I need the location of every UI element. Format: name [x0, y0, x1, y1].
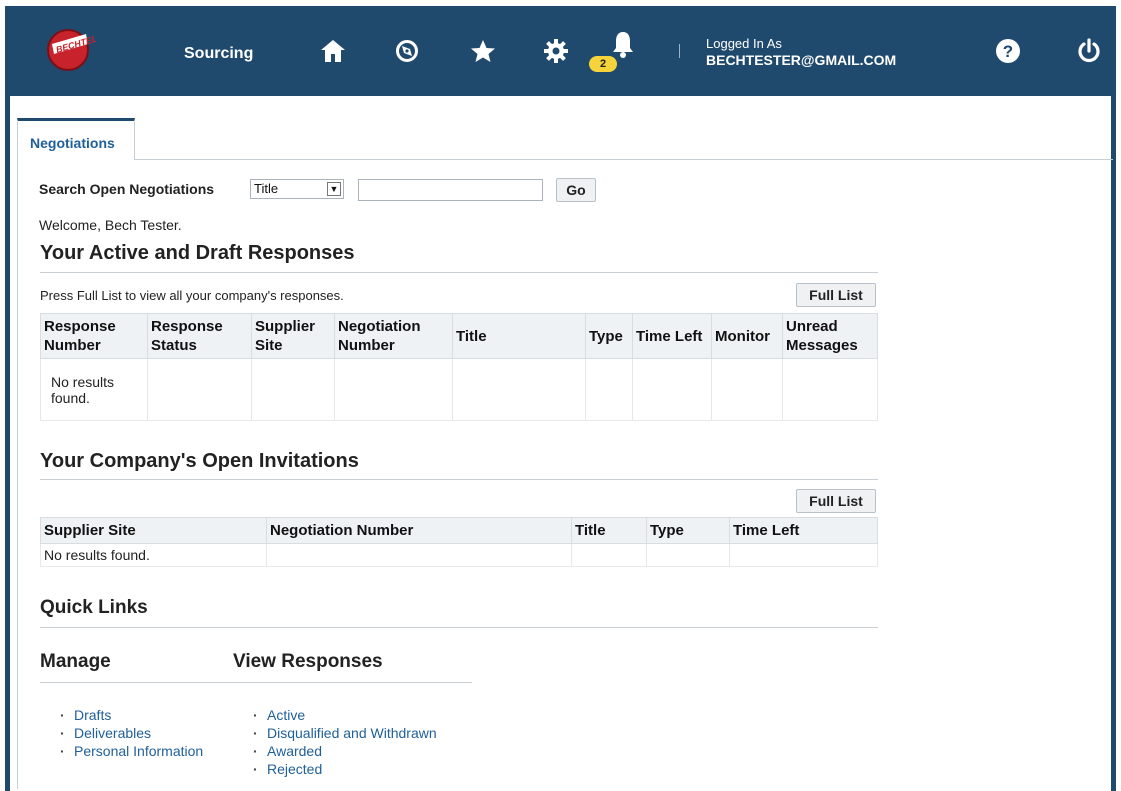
col-supplier-site[interactable]: Supplier Site [251, 313, 335, 359]
notification-badge[interactable]: 2 [589, 56, 617, 72]
tab-negotiations[interactable]: Negotiations [17, 118, 135, 160]
table-row: No results found. [40, 358, 878, 421]
responses-heading: Your Active and Draft Responses [40, 242, 355, 264]
col-monitor[interactable]: Monitor [711, 313, 783, 359]
link-disqualified-withdrawn[interactable]: Disqualified and Withdrawn [267, 725, 437, 741]
table-cell [729, 543, 878, 567]
search-field-value: Title [254, 181, 279, 196]
col-response-number[interactable]: Response Number [40, 313, 148, 359]
svg-text:?: ? [1003, 42, 1013, 61]
section-divider [40, 682, 472, 683]
col-title[interactable]: Title [571, 517, 647, 544]
link-active[interactable]: Active [267, 707, 305, 723]
col-type[interactable]: Type [585, 313, 633, 359]
notifications-icon[interactable] [608, 30, 638, 60]
app-title[interactable]: Sourcing [184, 45, 253, 63]
table-cell [147, 358, 252, 421]
logged-in-label: Logged In As [706, 36, 782, 51]
invitations-table: Supplier Site Negotiation Number Title T… [40, 517, 878, 567]
list-item: Awarded [253, 742, 437, 760]
table-row: No results found. [40, 543, 878, 567]
section-divider [40, 627, 878, 628]
table-header-row: Response Number Response Status Supplier… [40, 313, 878, 359]
section-divider [40, 272, 878, 273]
header-bar: BECHTEL Sourcing 2 Logged In As BECHTEST… [5, 6, 1116, 96]
list-item: Active [253, 706, 437, 724]
table-cell [266, 543, 572, 567]
home-icon[interactable] [318, 36, 348, 66]
section-divider [40, 479, 878, 480]
empty-message: No results found. [40, 358, 148, 421]
link-deliverables[interactable]: Deliverables [74, 725, 151, 741]
chevron-down-icon[interactable]: ▼ [327, 182, 341, 196]
table-cell [571, 543, 647, 567]
navigator-icon[interactable] [392, 36, 422, 66]
table-cell [632, 358, 712, 421]
search-input[interactable] [358, 179, 543, 201]
list-item: Deliverables [60, 724, 203, 742]
col-supplier-site[interactable]: Supplier Site [40, 517, 267, 544]
tab-label: Negotiations [30, 135, 115, 151]
col-time-left[interactable]: Time Left [729, 517, 878, 544]
table-header-row: Supplier Site Negotiation Number Title T… [40, 517, 878, 544]
manage-heading: Manage [40, 651, 111, 672]
user-email: BECHTESTER@GMAIL.COM [706, 52, 897, 68]
col-negotiation-number[interactable]: Negotiation Number [266, 517, 572, 544]
table-cell [782, 358, 878, 421]
list-item: Drafts [60, 706, 203, 724]
table-cell [452, 358, 586, 421]
link-personal-information[interactable]: Personal Information [74, 743, 203, 759]
quick-links-heading: Quick Links [40, 597, 148, 618]
welcome-message: Welcome, Bech Tester. [39, 217, 182, 233]
logout-icon[interactable] [1074, 36, 1104, 66]
empty-message: No results found. [40, 543, 267, 567]
col-title[interactable]: Title [452, 313, 586, 359]
search-field-select[interactable]: Title ▼ [250, 179, 344, 199]
search-label: Search Open Negotiations [39, 181, 215, 197]
responses-full-list-button[interactable]: Full List [796, 283, 876, 307]
col-time-left[interactable]: Time Left [632, 313, 712, 359]
col-response-status[interactable]: Response Status [147, 313, 252, 359]
link-rejected[interactable]: Rejected [267, 761, 322, 777]
col-unread-messages[interactable]: Unread Messages [782, 313, 878, 359]
table-cell [646, 543, 730, 567]
view-responses-links: Active Disqualified and Withdrawn Awarde… [253, 706, 437, 778]
table-cell [711, 358, 783, 421]
responses-instruction: Press Full List to view all your company… [40, 288, 344, 303]
tab-panel-border [17, 159, 18, 789]
settings-icon[interactable] [541, 36, 571, 66]
col-type[interactable]: Type [646, 517, 730, 544]
help-icon[interactable]: ? [993, 36, 1023, 66]
list-item: Disqualified and Withdrawn [253, 724, 437, 742]
favorites-icon[interactable] [468, 36, 498, 66]
manage-links: Drafts Deliverables Personal Information [60, 706, 203, 760]
list-item: Personal Information [60, 742, 203, 760]
view-responses-heading: View Responses [233, 651, 383, 672]
header-separator [679, 44, 680, 58]
col-negotiation-number[interactable]: Negotiation Number [334, 313, 453, 359]
invitations-full-list-button[interactable]: Full List [796, 489, 876, 513]
go-button[interactable]: Go [556, 178, 596, 202]
login-info: Logged In As BECHTESTER@GMAIL.COM [706, 36, 896, 68]
table-cell [251, 358, 335, 421]
invitations-heading: Your Company's Open Invitations [40, 450, 359, 472]
table-cell [334, 358, 453, 421]
link-drafts[interactable]: Drafts [74, 707, 111, 723]
responses-table: Response Number Response Status Supplier… [40, 313, 878, 421]
link-awarded[interactable]: Awarded [267, 743, 322, 759]
bechtel-logo[interactable]: BECHTEL [42, 20, 98, 74]
table-cell [585, 358, 633, 421]
tab-divider [135, 159, 1113, 160]
list-item: Rejected [253, 760, 437, 778]
